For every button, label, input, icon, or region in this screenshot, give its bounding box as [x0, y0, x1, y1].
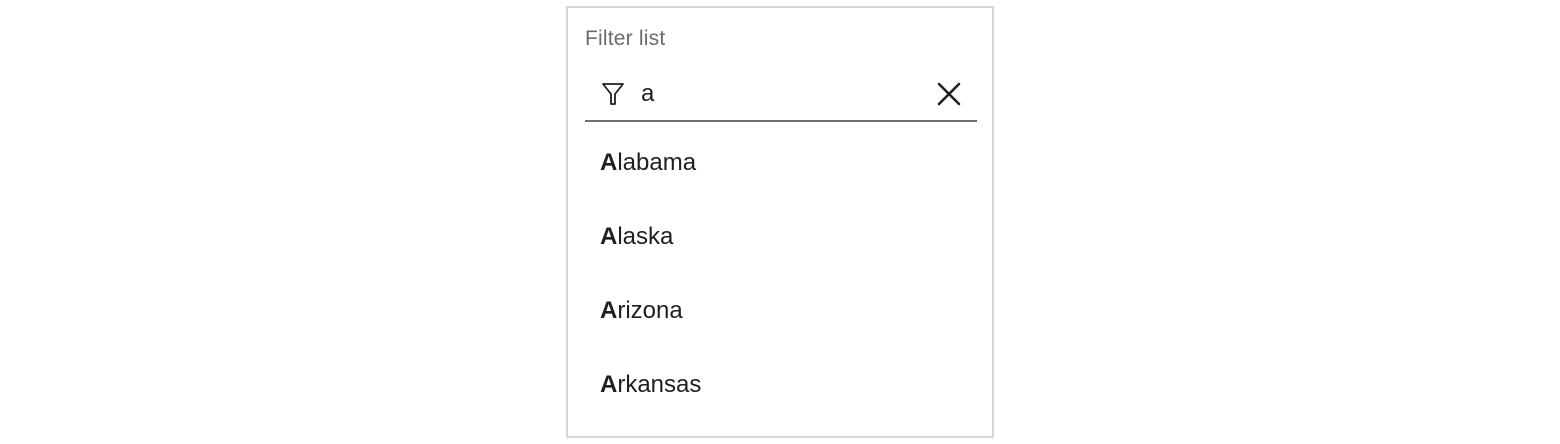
list-item-rest: rkansas [617, 371, 702, 398]
list-item-match: A [600, 371, 618, 398]
list-item-match: A [600, 223, 618, 250]
list-item-match: A [600, 297, 618, 324]
list-item-arkansas[interactable]: Arkansas [568, 348, 992, 422]
list-item-alabama[interactable]: Alabama [568, 126, 992, 200]
clear-filter-button[interactable] [935, 80, 963, 108]
filtered-results-list: Alabama Alaska Arizona Arkansas [568, 126, 992, 422]
list-item-rest: rizona [617, 297, 683, 324]
list-item-rest: laska [617, 223, 674, 250]
list-item-alaska[interactable]: Alaska [568, 200, 992, 274]
filter-list-label: Filter list [585, 27, 666, 50]
filter-field[interactable] [585, 68, 977, 122]
close-icon [937, 82, 961, 106]
filter-funnel-icon [601, 81, 625, 107]
list-item-arizona[interactable]: Arizona [568, 274, 992, 348]
filter-list-panel: Filter list Alabama Alaska Arizona Arkan… [566, 6, 994, 438]
list-item-match: A [600, 149, 618, 176]
filter-input[interactable] [641, 80, 921, 108]
list-item-rest: labama [617, 149, 697, 176]
